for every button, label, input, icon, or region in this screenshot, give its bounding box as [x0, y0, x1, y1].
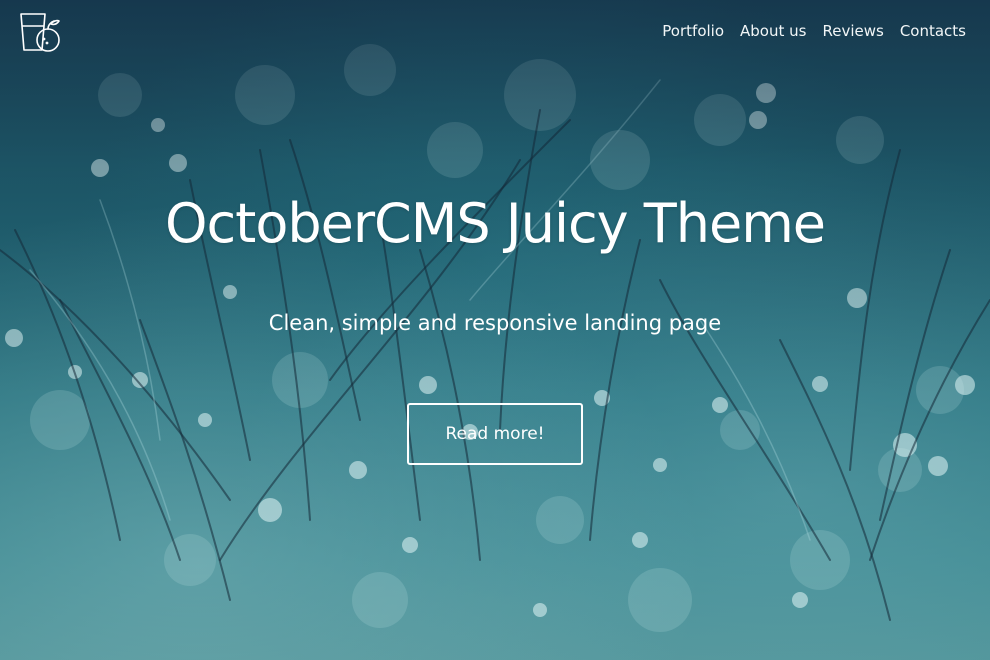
nav-item-portfolio[interactable]: Portfolio — [662, 22, 724, 40]
read-more-button[interactable]: Read more! — [407, 403, 583, 465]
main-nav: Portfolio About us Reviews Contacts — [662, 22, 966, 40]
nav-item-reviews[interactable]: Reviews — [822, 22, 883, 40]
hero-subtitle: Clean, simple and responsive landing pag… — [268, 311, 722, 335]
nav-item-about-us[interactable]: About us — [740, 22, 806, 40]
hero-title: OctoberCMS Juicy Theme — [164, 192, 826, 255]
nav-item-contacts[interactable]: Contacts — [900, 22, 966, 40]
juice-glass-icon[interactable] — [18, 10, 64, 56]
hero-section: Portfolio About us Reviews Contacts Octo… — [0, 0, 990, 660]
